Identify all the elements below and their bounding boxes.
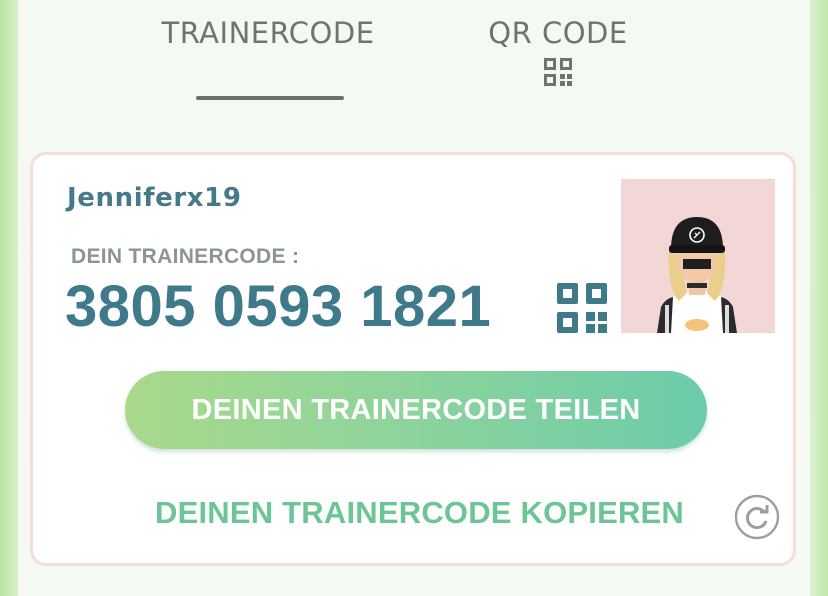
tab-trainercode-label: TRAINERCODE	[161, 16, 375, 50]
tab-bar: TRAINERCODE QR CODE	[18, 0, 810, 120]
share-button-label: DEINEN TRAINERCODE TEILEN	[191, 393, 641, 426]
share-trainer-code-button[interactable]: DEINEN TRAINERCODE TEILEN	[125, 371, 707, 449]
trainer-panel: TRAINERCODE QR CODE Jenniferx19 DEIN TRA…	[18, 0, 810, 596]
copy-trainer-code-link[interactable]: DEINEN TRAINERCODE KOPIEREN	[155, 495, 684, 531]
username: Jenniferx19	[67, 183, 242, 213]
tab-qr-code-label: QR CODE	[488, 16, 628, 50]
qr-code-icon	[544, 58, 572, 86]
avatar[interactable]	[621, 179, 775, 333]
trainer-code-caption: DEIN TRAINERCODE :	[71, 245, 300, 268]
trainer-avatar-figure	[657, 217, 737, 333]
trainer-code-value: 3805 0593 1821	[65, 274, 492, 339]
refresh-icon[interactable]	[733, 493, 781, 541]
active-tab-underline	[196, 96, 344, 100]
trainer-card: Jenniferx19 DEIN TRAINERCODE : 3805 0593…	[30, 152, 796, 566]
tab-trainercode[interactable]: TRAINERCODE	[148, 14, 388, 104]
qr-code-icon[interactable]	[557, 283, 607, 333]
tab-qr-code[interactable]: QR CODE	[458, 14, 658, 104]
